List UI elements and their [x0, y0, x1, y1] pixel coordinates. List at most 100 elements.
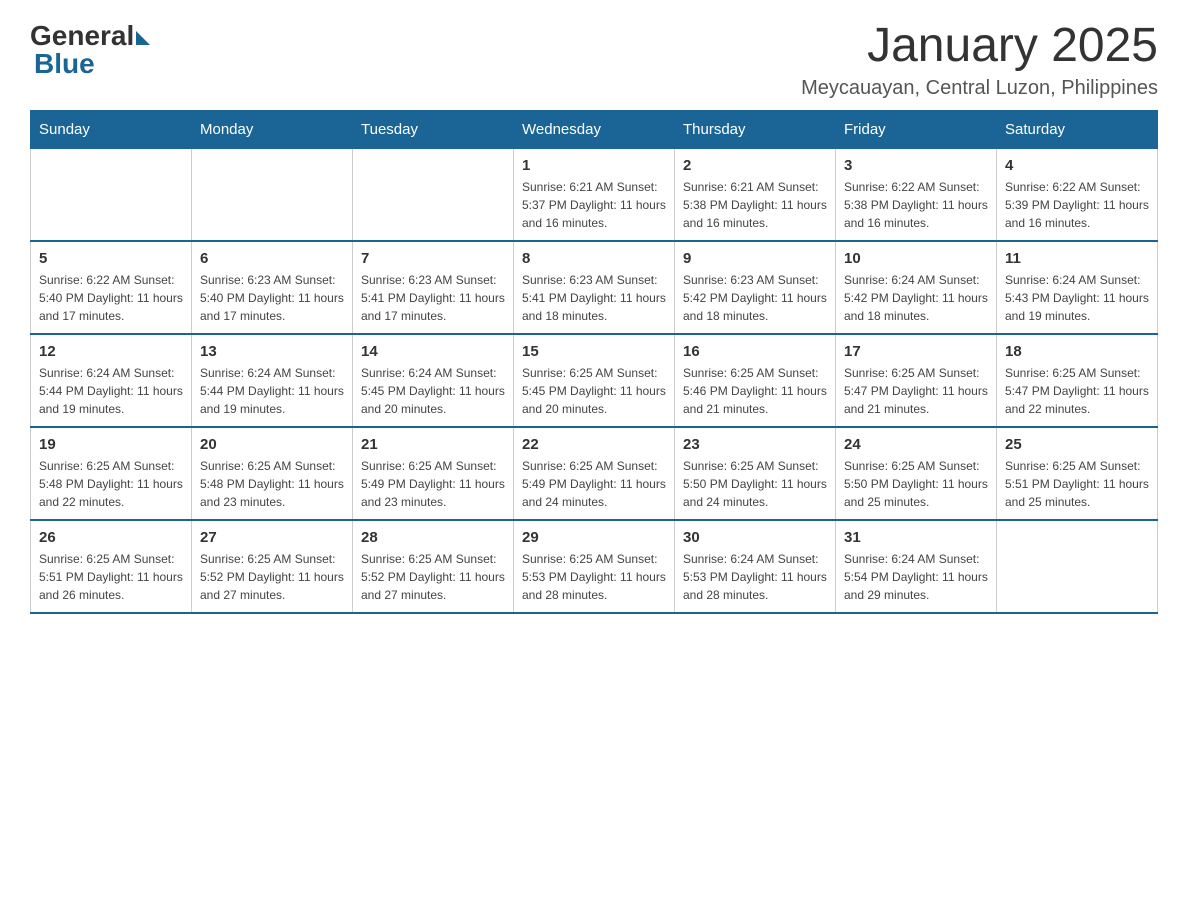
- day-number: 22: [522, 436, 666, 453]
- calendar-week-row: 1 Sunrise: 6:21 AM Sunset: 5:37 PM Daylig…: [31, 148, 1158, 241]
- table-row: 13 Sunrise: 6:24 AM Sunset: 5:44 PM Dayli…: [192, 334, 353, 427]
- day-number: 18: [1005, 343, 1149, 360]
- day-info: Sunrise: 6:22 AM Sunset: 5:40 PM Dayligh…: [39, 271, 183, 325]
- table-row: 21 Sunrise: 6:25 AM Sunset: 5:49 PM Dayli…: [353, 427, 514, 520]
- day-info: Sunrise: 6:25 AM Sunset: 5:53 PM Dayligh…: [522, 550, 666, 604]
- day-info: Sunrise: 6:25 AM Sunset: 5:48 PM Dayligh…: [39, 457, 183, 511]
- calendar-table: Sunday Monday Tuesday Wednesday Thursday…: [30, 110, 1158, 614]
- day-info: Sunrise: 6:25 AM Sunset: 5:47 PM Dayligh…: [1005, 364, 1149, 418]
- table-row: [353, 148, 514, 241]
- header-wednesday: Wednesday: [514, 110, 675, 148]
- day-info: Sunrise: 6:25 AM Sunset: 5:46 PM Dayligh…: [683, 364, 827, 418]
- table-row: [192, 148, 353, 241]
- day-number: 20: [200, 436, 344, 453]
- table-row: 7Sunrise: 6:23 AM Sunset: 5:41 PM Daylig…: [353, 241, 514, 334]
- page-header: General Blue January 2025 Meycauayan, Ce…: [30, 20, 1158, 100]
- calendar-title: January 2025: [801, 20, 1158, 73]
- table-row: [997, 520, 1158, 613]
- day-info: Sunrise: 6:25 AM Sunset: 5:45 PM Dayligh…: [522, 364, 666, 418]
- day-info: Sunrise: 6:23 AM Sunset: 5:42 PM Dayligh…: [683, 271, 827, 325]
- day-number: 28: [361, 529, 505, 546]
- day-info: Sunrise: 6:22 AM Sunset: 5:39 PM Dayligh…: [1005, 178, 1149, 232]
- day-info: Sunrise: 6:25 AM Sunset: 5:49 PM Dayligh…: [522, 457, 666, 511]
- day-number: 14: [361, 343, 505, 360]
- day-info: Sunrise: 6:24 AM Sunset: 5:44 PM Dayligh…: [200, 364, 344, 418]
- day-number: 24: [844, 436, 988, 453]
- table-row: [31, 148, 192, 241]
- table-row: 18 Sunrise: 6:25 AM Sunset: 5:47 PM Dayli…: [997, 334, 1158, 427]
- day-number: 2: [683, 157, 827, 174]
- day-number: 26: [39, 529, 183, 546]
- day-number: 9: [683, 250, 827, 267]
- table-row: 31 Sunrise: 6:24 AM Sunset: 5:54 PM Dayli…: [836, 520, 997, 613]
- day-info: Sunrise: 6:25 AM Sunset: 5:52 PM Dayligh…: [200, 550, 344, 604]
- day-number: 30: [683, 529, 827, 546]
- calendar-week-row: 12 Sunrise: 6:24 AM Sunset: 5:44 PM Dayli…: [31, 334, 1158, 427]
- table-row: 23 Sunrise: 6:25 AM Sunset: 5:50 PM Dayli…: [675, 427, 836, 520]
- day-number: 12: [39, 343, 183, 360]
- day-info: Sunrise: 6:25 AM Sunset: 5:50 PM Dayligh…: [683, 457, 827, 511]
- day-number: 5: [39, 250, 183, 267]
- day-info: Sunrise: 6:25 AM Sunset: 5:51 PM Dayligh…: [39, 550, 183, 604]
- day-info: Sunrise: 6:24 AM Sunset: 5:43 PM Dayligh…: [1005, 271, 1149, 325]
- table-row: 10Sunrise: 6:24 AM Sunset: 5:42 PM Dayli…: [836, 241, 997, 334]
- day-info: Sunrise: 6:21 AM Sunset: 5:38 PM Dayligh…: [683, 178, 827, 232]
- day-info: Sunrise: 6:25 AM Sunset: 5:51 PM Dayligh…: [1005, 457, 1149, 511]
- day-info: Sunrise: 6:24 AM Sunset: 5:54 PM Dayligh…: [844, 550, 988, 604]
- day-info: Sunrise: 6:23 AM Sunset: 5:41 PM Dayligh…: [522, 271, 666, 325]
- day-info: Sunrise: 6:25 AM Sunset: 5:47 PM Dayligh…: [844, 364, 988, 418]
- calendar-header-row: Sunday Monday Tuesday Wednesday Thursday…: [31, 110, 1158, 148]
- day-number: 3: [844, 157, 988, 174]
- day-number: 8: [522, 250, 666, 267]
- table-row: 19Sunrise: 6:25 AM Sunset: 5:48 PM Dayli…: [31, 427, 192, 520]
- header-thursday: Thursday: [675, 110, 836, 148]
- day-info: Sunrise: 6:25 AM Sunset: 5:50 PM Dayligh…: [844, 457, 988, 511]
- table-row: 6Sunrise: 6:23 AM Sunset: 5:40 PM Daylig…: [192, 241, 353, 334]
- header-monday: Monday: [192, 110, 353, 148]
- table-row: 25 Sunrise: 6:25 AM Sunset: 5:51 PM Dayli…: [997, 427, 1158, 520]
- day-number: 27: [200, 529, 344, 546]
- day-number: 23: [683, 436, 827, 453]
- table-row: 17Sunrise: 6:25 AM Sunset: 5:47 PM Dayli…: [836, 334, 997, 427]
- header-friday: Friday: [836, 110, 997, 148]
- day-info: Sunrise: 6:24 AM Sunset: 5:45 PM Dayligh…: [361, 364, 505, 418]
- table-row: 20 Sunrise: 6:25 AM Sunset: 5:48 PM Dayli…: [192, 427, 353, 520]
- table-row: 8 Sunrise: 6:23 AM Sunset: 5:41 PM Daylig…: [514, 241, 675, 334]
- logo: General Blue: [30, 20, 150, 80]
- table-row: 28 Sunrise: 6:25 AM Sunset: 5:52 PM Dayli…: [353, 520, 514, 613]
- day-number: 21: [361, 436, 505, 453]
- day-number: 25: [1005, 436, 1149, 453]
- table-row: 26 Sunrise: 6:25 AM Sunset: 5:51 PM Dayli…: [31, 520, 192, 613]
- header-saturday: Saturday: [997, 110, 1158, 148]
- day-number: 6: [200, 250, 344, 267]
- title-block: January 2025 Meycauayan, Central Luzon, …: [801, 20, 1158, 100]
- table-row: 2 Sunrise: 6:21 AM Sunset: 5:38 PM Daylig…: [675, 148, 836, 241]
- header-sunday: Sunday: [31, 110, 192, 148]
- day-number: 11: [1005, 250, 1149, 267]
- day-number: 1: [522, 157, 666, 174]
- day-info: Sunrise: 6:25 AM Sunset: 5:48 PM Dayligh…: [200, 457, 344, 511]
- day-number: 4: [1005, 157, 1149, 174]
- day-info: Sunrise: 6:22 AM Sunset: 5:38 PM Dayligh…: [844, 178, 988, 232]
- table-row: 9 Sunrise: 6:23 AM Sunset: 5:42 PM Daylig…: [675, 241, 836, 334]
- day-info: Sunrise: 6:25 AM Sunset: 5:49 PM Dayligh…: [361, 457, 505, 511]
- day-number: 13: [200, 343, 344, 360]
- table-row: 4 Sunrise: 6:22 AM Sunset: 5:39 PM Daylig…: [997, 148, 1158, 241]
- table-row: 16 Sunrise: 6:25 AM Sunset: 5:46 PM Dayli…: [675, 334, 836, 427]
- table-row: 3 Sunrise: 6:22 AM Sunset: 5:38 PM Daylig…: [836, 148, 997, 241]
- day-info: Sunrise: 6:25 AM Sunset: 5:52 PM Dayligh…: [361, 550, 505, 604]
- table-row: 29Sunrise: 6:25 AM Sunset: 5:53 PM Dayli…: [514, 520, 675, 613]
- day-number: 16: [683, 343, 827, 360]
- table-row: 1 Sunrise: 6:21 AM Sunset: 5:37 PM Daylig…: [514, 148, 675, 241]
- table-row: 30 Sunrise: 6:24 AM Sunset: 5:53 PM Dayli…: [675, 520, 836, 613]
- calendar-subtitle: Meycauayan, Central Luzon, Philippines: [801, 77, 1158, 100]
- table-row: 22 Sunrise: 6:25 AM Sunset: 5:49 PM Dayli…: [514, 427, 675, 520]
- day-number: 31: [844, 529, 988, 546]
- day-number: 10: [844, 250, 988, 267]
- logo-arrow-icon: [136, 31, 150, 45]
- day-info: Sunrise: 6:21 AM Sunset: 5:37 PM Dayligh…: [522, 178, 666, 232]
- day-info: Sunrise: 6:23 AM Sunset: 5:41 PM Dayligh…: [361, 271, 505, 325]
- table-row: 11 Sunrise: 6:24 AM Sunset: 5:43 PM Dayli…: [997, 241, 1158, 334]
- day-info: Sunrise: 6:24 AM Sunset: 5:53 PM Dayligh…: [683, 550, 827, 604]
- table-row: 27 Sunrise: 6:25 AM Sunset: 5:52 PM Dayli…: [192, 520, 353, 613]
